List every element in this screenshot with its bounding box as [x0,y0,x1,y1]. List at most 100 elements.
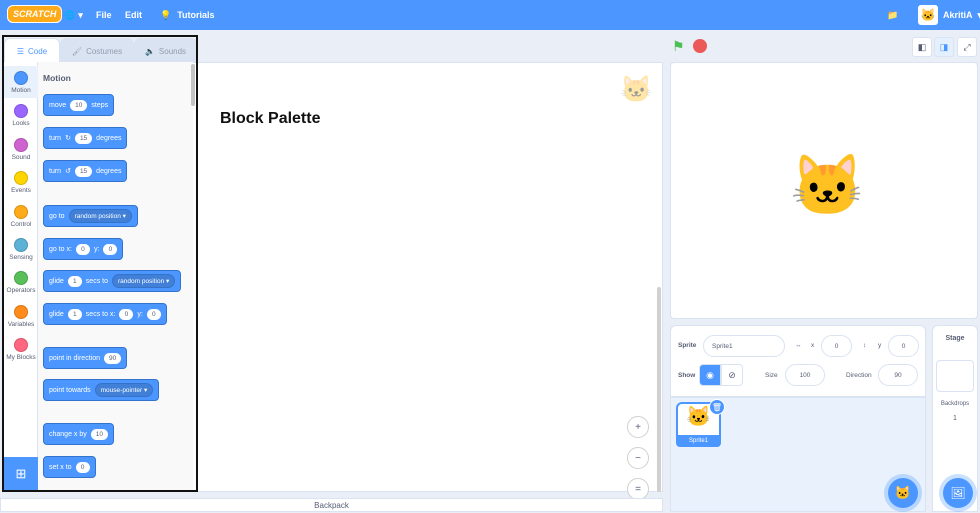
category-variables[interactable]: Variables [4,300,38,332]
block-text: secs to [85,277,108,285]
block-text: turn [49,134,62,142]
avatar: 🐱 [918,5,938,25]
direction-input[interactable]: 90 [103,352,122,364]
dropdown-value: mouse-pointer [100,387,143,394]
degrees-input[interactable]: 15 [74,165,93,177]
cat-plus-icon: 🐱 [894,485,912,500]
category-label: Events [11,186,31,194]
sprite-thumbnail-label: Sprite1 [676,435,721,447]
category-dot-icon [14,270,28,285]
glide-to-block[interactable]: glide 1 secs to random position ▾ [43,270,182,292]
tab-code[interactable]: ☰ Code [4,38,60,63]
tutorials-menu[interactable]: 💡 Tutorials [160,0,215,30]
zoom-out-icon[interactable]: − [627,447,649,469]
point-in-direction-block[interactable]: point in direction 90 [43,347,128,369]
palette-scrollbar[interactable] [191,64,195,106]
x-change-input[interactable]: 10 [90,428,108,440]
block-text: y: [93,245,100,253]
size-field[interactable]: 100 [785,364,825,386]
y-field[interactable]: 0 [888,335,919,357]
tab-sounds[interactable]: 🔈 Sounds [134,38,197,63]
category-control[interactable]: Control [4,200,38,232]
category-events[interactable]: Events [4,166,38,198]
delete-sprite-trash-icon[interactable]: 🗑 [709,399,725,415]
hide-eye-icon[interactable]: ⊘ [721,364,743,386]
category-looks[interactable]: Looks [4,99,38,131]
x-field[interactable]: 0 [821,335,852,357]
x-input[interactable]: 0 [119,308,134,320]
degrees-input[interactable]: 15 [74,132,93,144]
glide-to-xy-block[interactable]: glide 1 secs to x: 0 y: 0 [43,303,167,325]
y-input[interactable]: 0 [103,243,118,255]
small-stage-icon[interactable]: ◧ [912,37,932,57]
backpack-bar[interactable]: Backpack [0,498,663,512]
category-dot-icon [14,304,28,319]
direction-field[interactable]: 90 [878,364,918,386]
category-operators[interactable]: Operators [4,266,38,298]
account-menu[interactable]: 🐱 AkritiA ▾ [918,0,980,30]
steps-input[interactable]: 10 [70,99,88,111]
secs-input[interactable]: 1 [67,308,82,320]
choose-sprite-button[interactable]: 🐱 [888,478,918,508]
block-text: degrees [96,134,122,142]
x-arrows-icon: ↔ [795,342,802,349]
my-stuff-folder-icon[interactable]: 📁 [887,0,898,30]
direction-label: Direction [846,372,872,379]
zoom-reset-icon[interactable]: = [627,478,649,500]
go-to-xy-block[interactable]: go to x: 0 y: 0 [43,238,124,260]
category-motion[interactable]: Motion [4,66,38,98]
dropdown-value: random position [117,278,165,285]
point-towards-block[interactable]: point towards mouse-pointer ▾ [43,379,160,401]
target-dropdown[interactable]: mouse-pointer ▾ [94,383,154,397]
sprite-name-field[interactable]: Sprite1 [703,335,785,357]
zoom-in-icon[interactable]: + [627,416,649,438]
target-dropdown[interactable]: random position ▾ [68,209,132,223]
category-label: Control [10,220,32,228]
move-steps-block[interactable]: move 10 steps [43,94,115,116]
category-my-blocks[interactable]: My Blocks [4,333,38,365]
add-extension-button[interactable]: ⊞ [4,457,38,491]
category-label: Sound [11,153,31,161]
choose-backdrop-button[interactable]: 🖼 [943,478,973,508]
lightbulb-icon: 💡 [160,9,172,20]
category-sound[interactable]: Sound [4,133,38,165]
large-stage-icon[interactable]: ◨ [934,37,954,57]
file-menu[interactable]: File [96,0,112,30]
cat-sprite[interactable]: 🐱 [790,150,865,221]
y-input[interactable]: 0 [146,308,161,320]
tutorials-label: Tutorials [177,10,215,20]
x-input[interactable]: 0 [75,243,90,255]
turn-right-block[interactable]: turn ↻ 15 degrees [43,127,128,149]
y-arrows-icon: ↕ [863,342,867,349]
turn-left-block[interactable]: turn ↺ 15 degrees [43,160,128,182]
chevron-down-icon: ▾ [78,9,83,20]
green-flag-icon[interactable]: ⚑ [672,38,685,55]
dropdown-value: random position [74,213,121,220]
workspace-scrollbar[interactable] [657,287,661,492]
edit-menu[interactable]: Edit [125,0,142,30]
block-text: move [49,101,67,109]
show-visible-eye-icon[interactable]: ◉ [699,364,721,386]
stage-thumbnail[interactable] [936,360,974,392]
tab-costumes[interactable]: 🖌 Costumes [60,38,134,63]
language-menu[interactable]: 🌐 ▾ [64,0,83,30]
category-sensing[interactable]: Sensing [4,233,38,265]
scratch-logo[interactable]: SCRATCH [7,5,63,23]
go-to-block[interactable]: go to random position ▾ [43,205,138,227]
block-text: degrees [96,167,122,175]
palette-section-title: Motion [43,73,71,83]
change-x-block[interactable]: change x by 10 [43,423,114,445]
x-input[interactable]: 0 [75,461,90,473]
block-text: go to [49,212,65,220]
cat-sprite-thumbnail-icon: 🐱 [686,406,711,428]
secs-input[interactable]: 1 [67,275,82,287]
set-x-block[interactable]: set x to 0 [43,456,96,478]
fullscreen-icon[interactable]: ⤢ [957,37,977,57]
target-dropdown[interactable]: random position ▾ [111,274,176,288]
stop-icon[interactable] [693,39,707,53]
rotate-left-icon: ↺ [65,168,71,175]
x-label: x [811,342,815,349]
menu-bar: SCRATCH 🌐 ▾ File Edit 💡 Tutorials 📁 🐱 Akri… [0,0,980,30]
block-palette: Motion move 10 steps turn ↻ 15 degrees turn ↺ 1… [38,62,193,492]
block-text: y: [137,310,143,318]
